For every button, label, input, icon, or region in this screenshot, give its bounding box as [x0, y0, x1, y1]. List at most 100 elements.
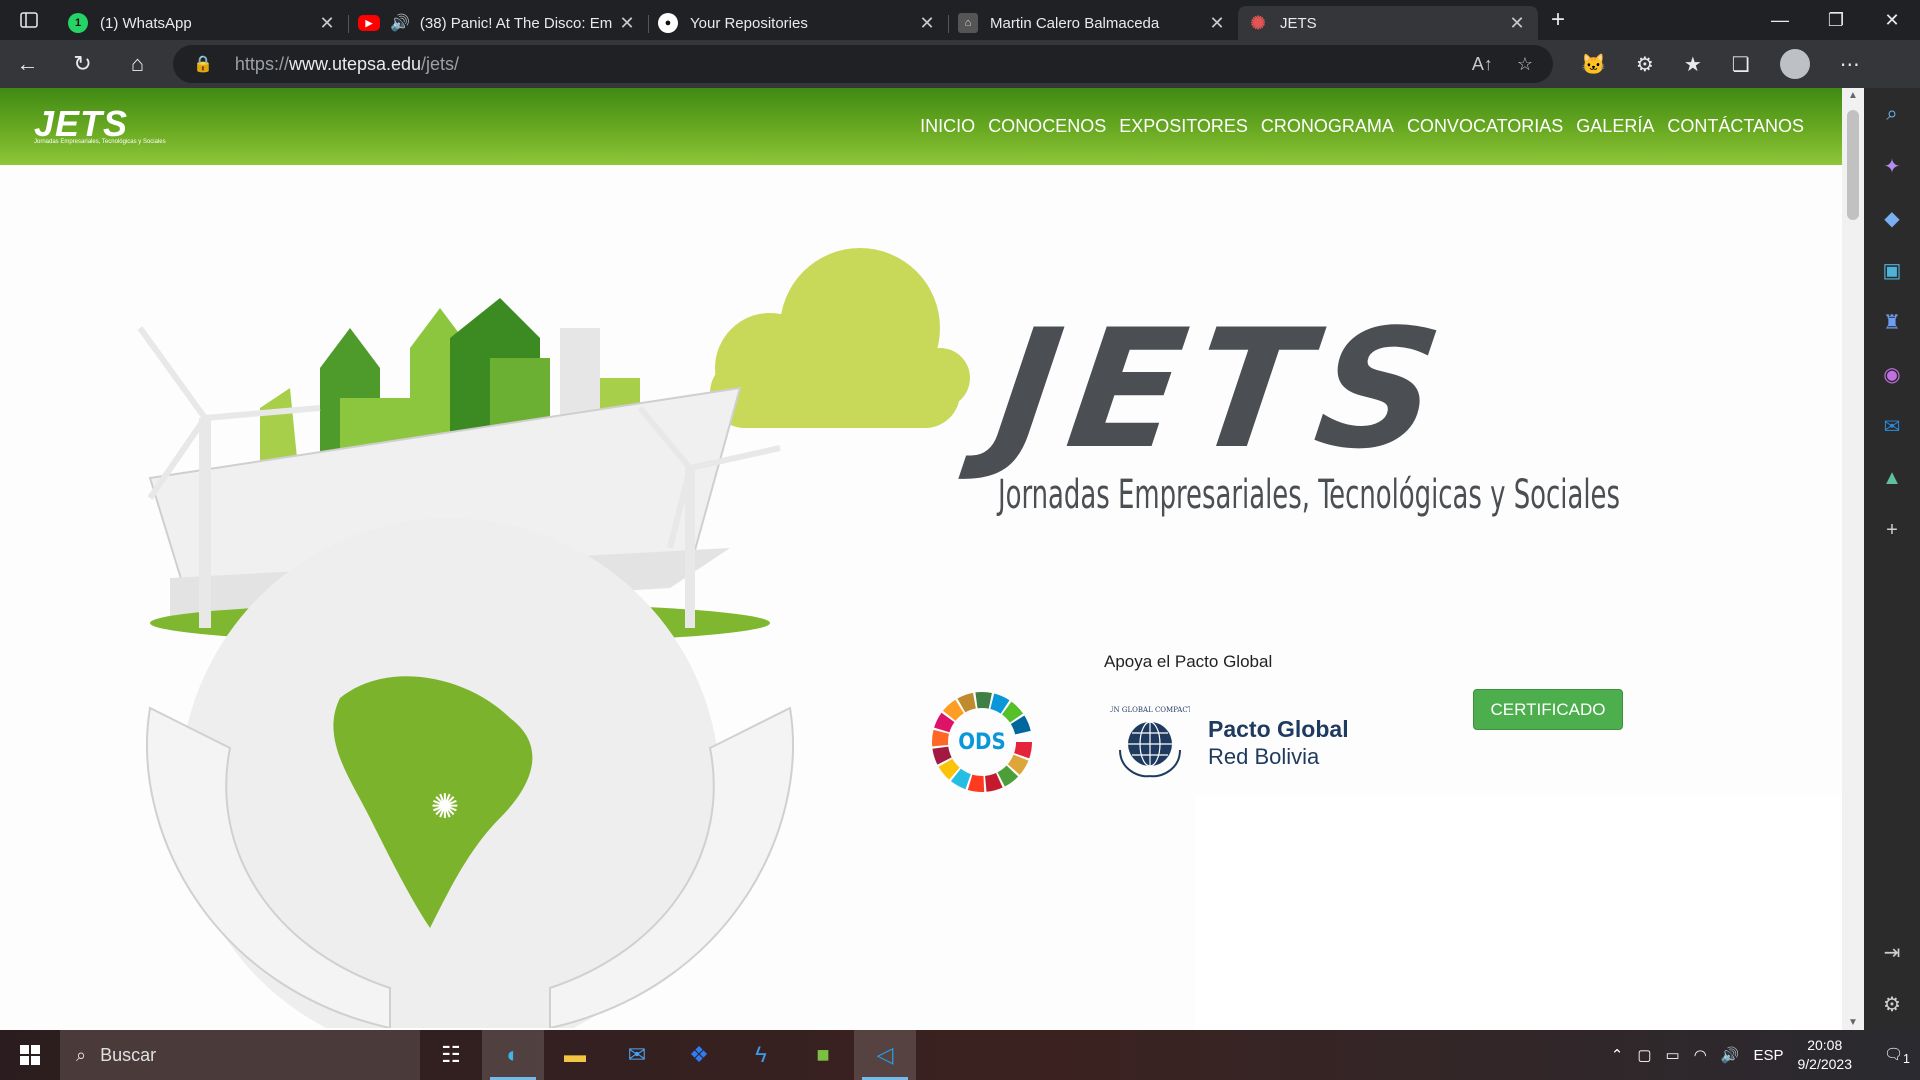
more-options-icon[interactable]: ⋯	[1840, 52, 1860, 77]
chevron-up-icon[interactable]: ⌃	[1611, 1046, 1624, 1064]
address-bar[interactable]: 🔒 https://www.utepsa.edu/jets/ A↑ ☆	[173, 45, 1553, 83]
scroll-down-icon[interactable]: ▼	[1842, 1017, 1864, 1028]
browser-toolbar: ← ↻ ⌂ 🔒 https://www.utepsa.edu/jets/ A↑ …	[0, 40, 1920, 88]
site-menu: INICIO CONOCENOS EXPOSITORES CRONOGRAMA …	[920, 116, 1804, 137]
tab-title: (38) Panic! At The Disco: Em	[419, 14, 613, 32]
tab-jets[interactable]: ✺ JETS ✕	[1238, 6, 1538, 40]
back-icon[interactable]: ←	[0, 51, 55, 77]
sidebar-settings-icon[interactable]: ⚙	[1864, 978, 1920, 1030]
hide-sidebar-icon[interactable]: ⇥	[1864, 926, 1920, 978]
close-tab-icon[interactable]: ✕	[1506, 13, 1528, 34]
un-global-compact-logo: UN GLOBAL COMPACT	[1110, 706, 1190, 778]
ods-logo: ODS	[931, 691, 1033, 793]
shopping-tag-icon[interactable]: ◆	[1864, 192, 1920, 244]
extension-cat-icon[interactable]: 🐱	[1581, 52, 1606, 77]
support-label: Apoya el Pacto Global	[1104, 652, 1273, 671]
youtube-icon: ▶	[358, 15, 380, 31]
minimize-icon[interactable]: —	[1752, 10, 1808, 31]
meet-icon[interactable]: ▢	[1637, 1046, 1651, 1064]
tools-icon[interactable]: ▣	[1864, 244, 1920, 296]
system-tray: ⌃ ▢ ▭ ◠ 🔊 ESP 20:08 9/2/2023 🗨1	[1611, 1036, 1920, 1074]
search-icon[interactable]: ⌕	[1864, 88, 1920, 140]
favorites-icon[interactable]: ★	[1684, 52, 1702, 77]
lock-icon[interactable]: 🔒	[193, 54, 213, 74]
audio-playing-icon[interactable]: 🔊	[390, 13, 410, 33]
read-aloud-icon[interactable]: A↑	[1472, 54, 1493, 75]
taskbar-clock[interactable]: 20:08 9/2/2023	[1798, 1036, 1853, 1074]
games-icon[interactable]: ♜	[1864, 296, 1920, 348]
menu-galeria[interactable]: GALERÍA	[1576, 116, 1654, 137]
office-icon[interactable]: ◉	[1864, 348, 1920, 400]
cloud-shape	[710, 248, 970, 428]
discover-icon[interactable]: ✦	[1864, 140, 1920, 192]
outlook-icon[interactable]: ✉	[1864, 400, 1920, 452]
tab-title: Martin Calero Balmaceda	[990, 14, 1160, 32]
minecraft-app-icon[interactable]: ■	[792, 1030, 854, 1080]
close-tab-icon[interactable]: ✕	[916, 13, 938, 34]
url-host: www.utepsa.edu	[288, 53, 422, 74]
vscode-app-icon[interactable]: ◁	[854, 1030, 916, 1080]
windows-icon	[20, 1045, 40, 1065]
site-logo[interactable]: JETS Jornadas Empresariales, Tecnológica…	[34, 106, 166, 146]
url-scheme: https://	[234, 53, 289, 74]
certificado-button[interactable]: CERTIFICADO	[1473, 689, 1623, 730]
ods-text: ODS	[958, 729, 1006, 755]
wifi-icon[interactable]: ◠	[1694, 1046, 1707, 1064]
scroll-up-icon[interactable]: ▲	[1842, 90, 1864, 101]
task-view-icon[interactable]: ☷	[420, 1030, 482, 1080]
close-tab-icon[interactable]: ✕	[616, 13, 638, 34]
menu-expositores[interactable]: EXPOSITORES	[1119, 116, 1248, 137]
close-window-icon[interactable]: ✕	[1864, 10, 1920, 31]
reload-icon[interactable]: ↻	[55, 51, 110, 77]
whatsapp-icon: 1	[68, 13, 88, 33]
tab-whatsapp[interactable]: 1 (1) WhatsApp ✕	[58, 6, 349, 40]
tab-actions-icon	[20, 12, 38, 28]
pacto-global-title: Pacto Global	[1208, 716, 1349, 742]
profile-icon: ⌂	[958, 13, 978, 33]
collections-icon[interactable]: ❏	[1732, 52, 1750, 77]
mail-app-icon[interactable]: ✉	[606, 1030, 668, 1080]
web-page: JETS Jornadas Empresariales, Tecnológica…	[0, 88, 1842, 1030]
azure-data-studio-icon[interactable]: ϟ	[730, 1030, 792, 1080]
add-favorite-icon[interactable]: ☆	[1517, 54, 1533, 75]
menu-conocenos[interactable]: CONOCENOS	[988, 116, 1106, 137]
logo-tagline: Jornadas Empresariales, Tecnológicas y S…	[34, 139, 166, 145]
menu-contactanos[interactable]: CONTÁCTANOS	[1667, 116, 1804, 137]
volume-icon[interactable]: 🔊	[1721, 1046, 1740, 1064]
battery-icon[interactable]: ▭	[1666, 1046, 1680, 1064]
taskbar-search[interactable]: ⌕ Buscar	[60, 1030, 420, 1080]
tab-actions-button[interactable]	[0, 0, 58, 40]
tab-youtube[interactable]: ▶ 🔊 (38) Panic! At The Disco: Em ✕	[348, 6, 649, 40]
tab-profile[interactable]: ⌂ Martin Calero Balmaceda ✕	[948, 6, 1238, 40]
start-button[interactable]	[0, 1030, 60, 1080]
globe-emblem-icon: ✺	[431, 787, 460, 827]
profile-avatar[interactable]	[1779, 49, 1810, 79]
toolbar-icons: 🐱 ⚙ ★ ❏ ⋯	[1581, 49, 1860, 79]
close-tab-icon[interactable]: ✕	[1206, 13, 1228, 34]
new-tab-button[interactable]: +	[1538, 6, 1578, 34]
drop-icon[interactable]: ▲	[1864, 452, 1920, 504]
menu-convocatorias[interactable]: CONVOCATORIAS	[1407, 116, 1563, 137]
hero-title: JETS	[984, 294, 1463, 485]
file-explorer-icon[interactable]: ▬	[544, 1030, 606, 1080]
windows-taskbar: ⌕ Buscar ☷ ◐ ▬ ✉ ❖ ϟ ■ ◁ ⌃ ▢ ▭ ◠ 🔊 ESP 2…	[0, 1030, 1920, 1080]
page-scrollbar[interactable]: ▲ ▼	[1842, 88, 1864, 1030]
tab-title: Your Repositories	[690, 14, 808, 32]
language-indicator[interactable]: ESP	[1753, 1047, 1783, 1064]
home-icon[interactable]: ⌂	[110, 51, 165, 77]
notifications-icon[interactable]: 🗨1	[1884, 1045, 1910, 1066]
menu-inicio[interactable]: INICIO	[920, 116, 975, 137]
url-text[interactable]: https://www.utepsa.edu/jets/	[235, 54, 459, 75]
edge-app-icon[interactable]: ◐	[482, 1030, 544, 1080]
add-sidebar-app-icon[interactable]: +	[1864, 504, 1920, 556]
hero-subtitle: Jornadas Empresariales, Tecnológicas y S…	[998, 472, 1620, 518]
tab-github[interactable]: ● Your Repositories ✕	[648, 6, 949, 40]
scrollbar-thumb[interactable]	[1847, 110, 1859, 220]
clock-time: 20:08	[1807, 1037, 1843, 1053]
close-tab-icon[interactable]: ✕	[316, 13, 338, 34]
restore-icon[interactable]: ❐	[1808, 10, 1864, 31]
extensions-icon[interactable]: ⚙	[1636, 52, 1654, 77]
hero-illustration: ✺	[137, 248, 970, 1028]
menu-cronograma[interactable]: CRONOGRAMA	[1261, 116, 1394, 137]
dropbox-app-icon[interactable]: ❖	[668, 1030, 730, 1080]
